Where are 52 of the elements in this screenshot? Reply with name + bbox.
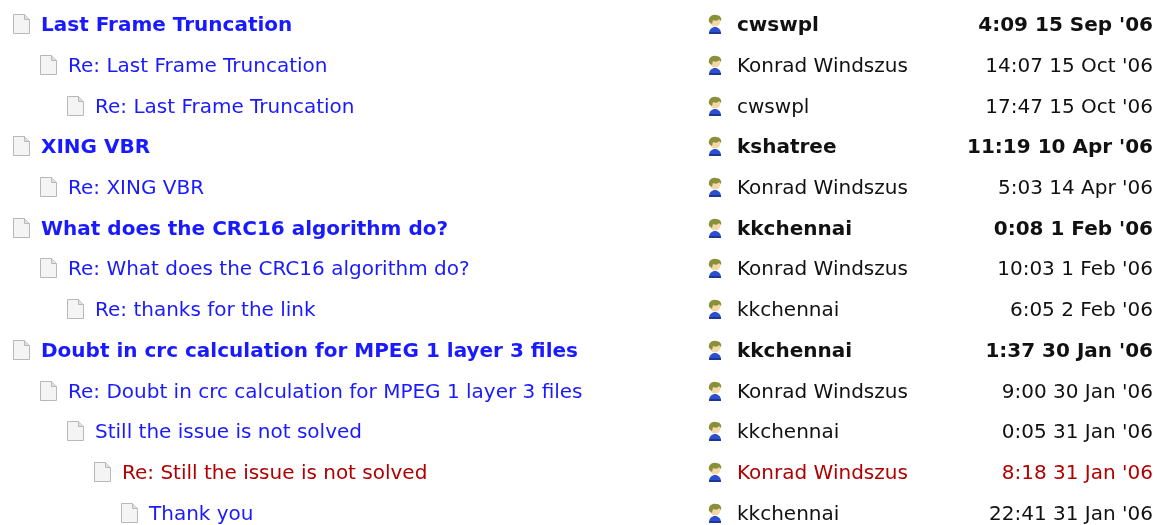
- post-date: 11:19 10 Apr '06: [967, 133, 1153, 161]
- author-name: Konrad Windszus: [737, 458, 908, 486]
- thread-link[interactable]: Re: thanks for the link: [95, 294, 316, 325]
- document-icon: [66, 298, 85, 321]
- thread-link[interactable]: Doubt in crc calculation for MPEG 1 layer 3 files: [41, 334, 578, 365]
- thread-link[interactable]: XING VBR: [41, 131, 151, 162]
- document-icon: [12, 135, 31, 158]
- thread-link[interactable]: Re: Last Frame Truncation: [95, 90, 355, 121]
- thread-link[interactable]: Re: Still the issue is not solved: [122, 456, 428, 487]
- post-date: 6:05 2 Feb '06: [1009, 296, 1153, 324]
- document-icon: [12, 216, 31, 239]
- post-date: 22:41 31 Jan '06: [989, 499, 1153, 525]
- post-date: 8:18 31 Jan '06: [1001, 458, 1153, 486]
- author-name: Konrad Windszus: [737, 52, 908, 80]
- author-name: kkchennai: [737, 214, 853, 242]
- thread-link[interactable]: Re: XING VBR: [68, 172, 205, 203]
- author-name: kkchennai: [737, 499, 840, 525]
- post-date: 10:03 1 Feb '06: [997, 255, 1153, 283]
- author-name: kkchennai: [737, 336, 853, 364]
- document-icon: [93, 460, 112, 483]
- document-icon: [12, 338, 31, 361]
- author-name: cwswpl: [737, 92, 810, 120]
- author-name: cwswpl: [737, 11, 819, 39]
- document-icon: [39, 176, 58, 199]
- author-name: kkchennai: [737, 296, 840, 324]
- thread-link[interactable]: Re: Doubt in crc calculation for MPEG 1 layer 3 files: [68, 375, 583, 406]
- post-date: 0:08 1 Feb '06: [993, 214, 1153, 242]
- post-date: 17:47 15 Oct '06: [985, 92, 1153, 120]
- post-date: 4:09 15 Sep '06: [978, 11, 1153, 39]
- document-icon: [39, 379, 58, 402]
- author-name: Konrad Windszus: [737, 174, 908, 202]
- thread-link[interactable]: Still the issue is not solved: [95, 416, 362, 447]
- thread-link[interactable]: Thank you: [149, 497, 254, 525]
- document-icon: [39, 257, 58, 280]
- document-icon: [66, 94, 85, 117]
- thread-link[interactable]: Re: Last Frame Truncation: [68, 50, 328, 81]
- post-date: 0:05 31 Jan '06: [1001, 418, 1153, 446]
- document-icon: [120, 501, 139, 524]
- author-name: kkchennai: [737, 418, 840, 446]
- document-icon: [12, 13, 31, 36]
- author-name: Konrad Windszus: [737, 377, 908, 405]
- document-icon: [39, 54, 58, 77]
- author-name: kshatree: [737, 133, 837, 161]
- post-date: 14:07 15 Oct '06: [985, 52, 1153, 80]
- post-date: 9:00 30 Jan '06: [1001, 377, 1153, 405]
- thread-link[interactable]: What does the CRC16 algorithm do?: [41, 212, 449, 243]
- post-date: 5:03 14 Apr '06: [998, 174, 1153, 202]
- post-date: 1:37 30 Jan '06: [985, 336, 1153, 364]
- thread-link[interactable]: Last Frame Truncation: [41, 9, 293, 40]
- thread-link[interactable]: Re: What does the CRC16 algorithm do?: [68, 253, 470, 284]
- author-name: Konrad Windszus: [737, 255, 908, 283]
- document-icon: [66, 420, 85, 443]
